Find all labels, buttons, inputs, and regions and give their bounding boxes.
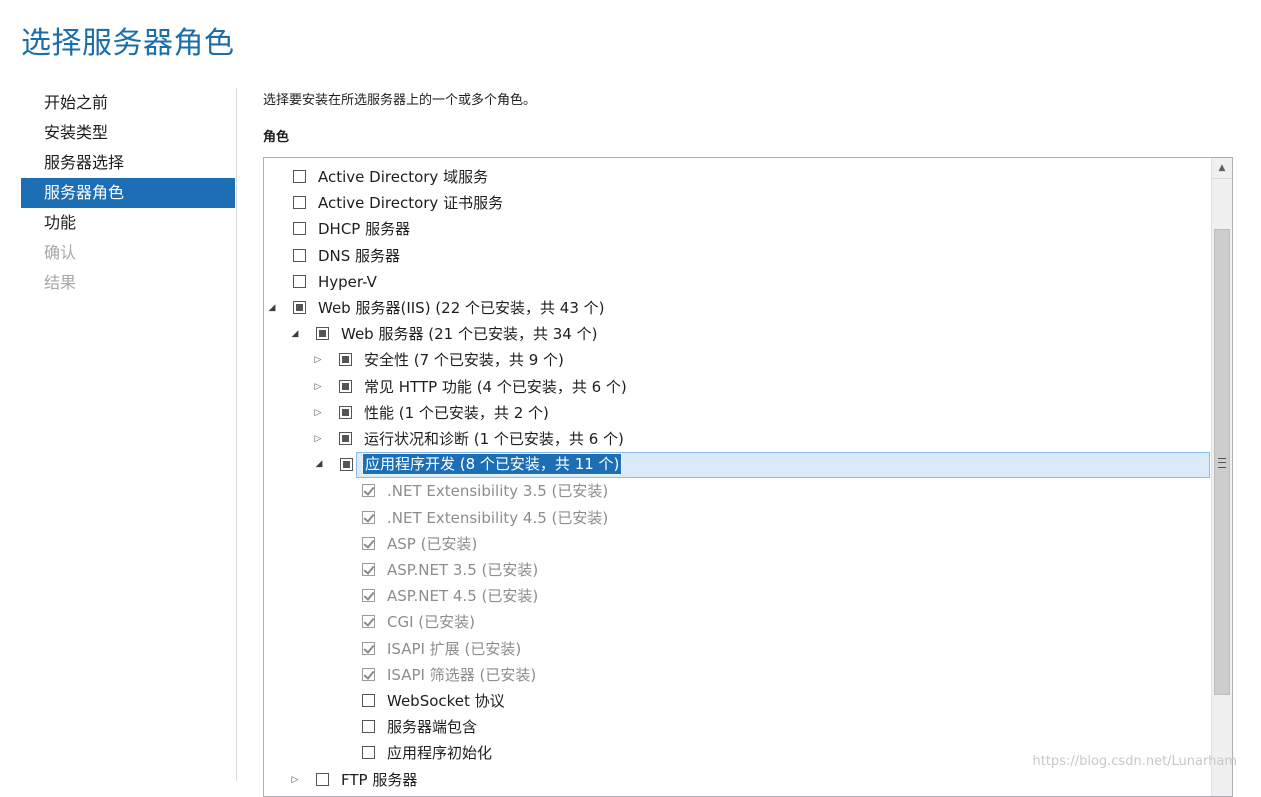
collapsed-triangle-icon[interactable]: ▷ bbox=[312, 426, 324, 452]
role-checkbox[interactable] bbox=[293, 196, 306, 210]
nav-item: 确认 bbox=[44, 243, 77, 262]
role-checkbox[interactable] bbox=[339, 379, 352, 393]
tree-row[interactable]: .NET Extensibility 4.5 (已安装) bbox=[264, 505, 1210, 531]
tree-row[interactable]: Hyper-V bbox=[264, 269, 1210, 295]
role-label: FTP 服务器 bbox=[341, 770, 418, 789]
nav-item[interactable]: 安装类型 bbox=[21, 118, 235, 148]
role-checkbox[interactable] bbox=[362, 641, 375, 655]
role-checkbox[interactable] bbox=[293, 248, 306, 262]
role-label: 常见 HTTP 功能 (4 个已安装，共 6 个) bbox=[364, 377, 627, 396]
nav-item[interactable]: 服务器角色 bbox=[21, 178, 235, 208]
tree-row[interactable]: ▷ FTP 服务器 bbox=[264, 767, 1210, 793]
collapsed-triangle-icon[interactable]: ▷ bbox=[312, 400, 324, 426]
tree-row[interactable]: WebSocket 协议 bbox=[264, 688, 1210, 714]
tree-row[interactable]: CGI (已安装) bbox=[264, 609, 1210, 635]
nav-item: 结果 bbox=[44, 273, 77, 292]
tree-row[interactable]: ASP.NET 3.5 (已安装) bbox=[264, 557, 1210, 583]
tree-row[interactable]: DNS 服务器 bbox=[264, 243, 1210, 269]
role-label: ISAPI 筛选器 (已安装) bbox=[387, 665, 537, 684]
tree-row[interactable]: ◢ Web 服务器(IIS) (22 个已安装，共 43 个) bbox=[264, 295, 1210, 321]
tree-row[interactable]: ▷ 性能 (1 个已安装，共 2 个) bbox=[264, 400, 1210, 426]
role-label: ASP (已安装) bbox=[387, 534, 478, 553]
roles-heading: 角色 bbox=[263, 130, 290, 145]
tree-row[interactable]: Active Directory 域服务 bbox=[264, 164, 1210, 190]
role-label: 性能 (1 个已安装，共 2 个) bbox=[364, 403, 549, 422]
scroll-grip-icon bbox=[1218, 458, 1226, 468]
collapsed-triangle-icon[interactable]: ▷ bbox=[312, 347, 324, 373]
role-label: DNS 服务器 bbox=[318, 246, 401, 265]
role-checkbox[interactable] bbox=[362, 694, 375, 707]
expanded-triangle-icon[interactable]: ◢ bbox=[289, 321, 301, 347]
role-label: Active Directory 域服务 bbox=[318, 168, 489, 186]
role-checkbox[interactable] bbox=[339, 353, 352, 367]
roles-description: 选择要安装在所选服务器上的一个或多个角色。 bbox=[263, 93, 537, 108]
roles-tree[interactable]: Active Directory 域服务 Active Directory 证书服… bbox=[263, 157, 1233, 797]
role-label: WebSocket 协议 bbox=[387, 692, 505, 710]
role-checkbox[interactable] bbox=[293, 301, 306, 314]
role-label: CGI (已安装) bbox=[387, 613, 475, 632]
role-checkbox[interactable] bbox=[340, 458, 353, 472]
role-checkbox[interactable] bbox=[362, 720, 375, 734]
role-checkbox[interactable] bbox=[316, 327, 329, 341]
expanded-triangle-icon[interactable]: ◢ bbox=[313, 452, 325, 478]
tree-row[interactable]: .NET Extensibility 3.5 (已安装) bbox=[264, 478, 1210, 504]
tree-row[interactable]: ◢ 应用程序开发 (8 个已安装，共 11 个) bbox=[316, 452, 1210, 479]
nav-item[interactable]: 开始之前 bbox=[21, 88, 235, 118]
collapsed-triangle-icon[interactable]: ▷ bbox=[289, 767, 301, 793]
wizard-nav: 开始之前 安装类型 服务器选择 服务器角色 功能确认结果 bbox=[21, 88, 235, 298]
role-checkbox[interactable] bbox=[362, 667, 375, 681]
role-checkbox[interactable] bbox=[362, 589, 375, 603]
role-label: Hyper-V bbox=[318, 272, 377, 291]
role-label: Web 服务器 (21 个已安装，共 34 个) bbox=[341, 325, 598, 344]
role-checkbox[interactable] bbox=[293, 170, 306, 183]
tree-row[interactable]: ISAPI 扩展 (已安装) bbox=[264, 636, 1210, 662]
role-checkbox[interactable] bbox=[293, 274, 306, 288]
tree-row[interactable]: ASP.NET 4.5 (已安装) bbox=[264, 583, 1210, 609]
tree-row[interactable]: ASP (已安装) bbox=[264, 531, 1210, 557]
tree-row[interactable]: 服务器端包含 bbox=[264, 714, 1210, 740]
role-label: 应用程序开发 (8 个已安装，共 11 个) bbox=[361, 453, 623, 476]
role-checkbox[interactable] bbox=[339, 405, 352, 419]
role-checkbox[interactable] bbox=[362, 615, 375, 629]
role-label: .NET Extensibility 3.5 (已安装) bbox=[387, 482, 609, 501]
tree-row[interactable]: DHCP 服务器 bbox=[264, 216, 1210, 242]
nav-item[interactable]: 服务器选择 bbox=[21, 148, 235, 178]
page-title: 选择服务器角色 bbox=[21, 26, 235, 61]
role-label: 安全性 (7 个已安装，共 9 个) bbox=[364, 351, 564, 370]
role-label: .NET Extensibility 4.5 (已安装) bbox=[387, 508, 609, 527]
tree-row[interactable]: ▷ 常见 HTTP 功能 (4 个已安装，共 6 个) bbox=[264, 374, 1210, 400]
nav-item[interactable]: 功能 bbox=[21, 208, 235, 238]
role-checkbox[interactable] bbox=[362, 484, 375, 498]
role-label: DHCP 服务器 bbox=[318, 220, 411, 239]
role-checkbox[interactable] bbox=[362, 563, 375, 576]
tree-row[interactable]: ISAPI 筛选器 (已安装) bbox=[264, 662, 1210, 688]
scroll-up-arrow-icon[interactable]: ▲ bbox=[1212, 158, 1232, 179]
tree-row[interactable]: ▷ 安全性 (7 个已安装，共 9 个) bbox=[264, 347, 1210, 373]
tree-row[interactable]: ▷ 运行状况和诊断 (1 个已安装，共 6 个) bbox=[264, 426, 1210, 452]
tree-row[interactable]: ◢ Web 服务器 (21 个已安装，共 34 个) bbox=[264, 321, 1210, 347]
role-checkbox[interactable] bbox=[362, 510, 375, 524]
role-label: 运行状况和诊断 (1 个已安装，共 6 个) bbox=[364, 430, 624, 448]
watermark: https://blog.csdn.net/Lunarham bbox=[1032, 754, 1237, 769]
role-checkbox[interactable] bbox=[339, 432, 352, 445]
scroll-thumb[interactable] bbox=[1214, 229, 1230, 695]
expanded-triangle-icon[interactable]: ◢ bbox=[266, 295, 278, 321]
role-label: Web 服务器(IIS) (22 个已安装，共 43 个) bbox=[318, 299, 605, 317]
tree-row[interactable]: Active Directory 证书服务 bbox=[264, 190, 1210, 216]
roles-scrollbar[interactable]: ▲ bbox=[1211, 158, 1232, 796]
role-checkbox[interactable] bbox=[316, 772, 329, 786]
role-checkbox[interactable] bbox=[362, 536, 375, 550]
role-label: Active Directory 证书服务 bbox=[318, 194, 504, 213]
role-checkbox[interactable] bbox=[293, 222, 306, 236]
collapsed-triangle-icon[interactable]: ▷ bbox=[312, 374, 324, 400]
role-checkbox[interactable] bbox=[362, 746, 375, 760]
role-label: 应用程序初始化 bbox=[387, 744, 493, 763]
role-label: 服务器端包含 bbox=[387, 718, 478, 737]
role-label: ISAPI 扩展 (已安装) bbox=[387, 639, 522, 658]
role-label: ASP.NET 4.5 (已安装) bbox=[387, 587, 539, 606]
nav-divider bbox=[236, 88, 237, 781]
role-label: ASP.NET 3.5 (已安装) bbox=[387, 561, 539, 579]
